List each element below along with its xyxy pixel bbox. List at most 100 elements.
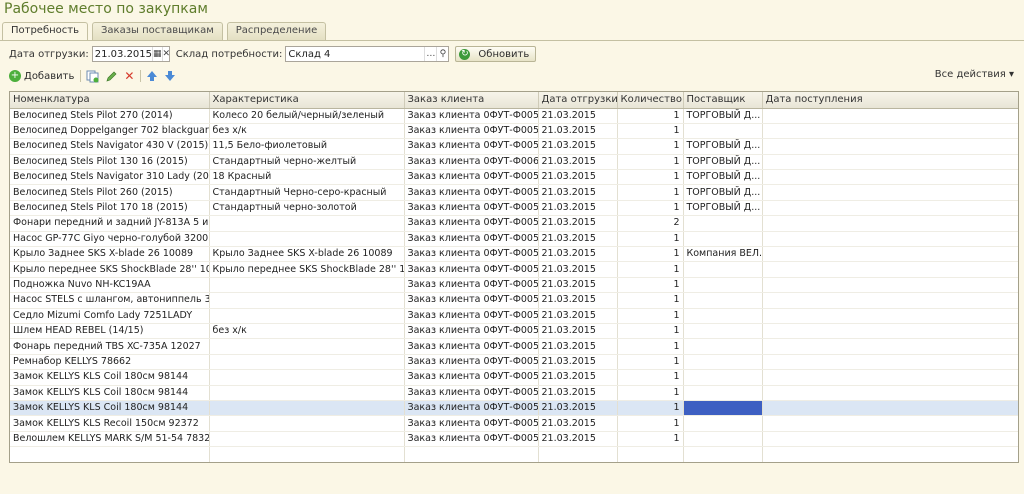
cell-characteristic[interactable] — [209, 354, 405, 371]
cell-shipment-date[interactable]: 21.03.2015 — [538, 231, 618, 248]
cell-shipment-date[interactable]: 21.03.2015 — [538, 431, 618, 448]
cell-shipment-date[interactable]: 21.03.2015 — [538, 415, 618, 432]
col-header-nomenclature[interactable]: Номенклатура — [10, 92, 210, 109]
cell-characteristic[interactable] — [209, 277, 405, 294]
cell-shipment-date[interactable]: 21.03.2015 — [538, 169, 618, 186]
cell-shipment-date[interactable]: 21.03.2015 — [538, 108, 618, 124]
cell-nomenclature[interactable]: Велосипед Stels Pilot 130 16 (2015) — [10, 154, 210, 171]
cell-arrival-date[interactable] — [762, 415, 1018, 432]
cell-client-order[interactable]: Заказ клиента 0ФУТ-Ф0059... — [404, 261, 539, 278]
shipment-date-field[interactable]: 21.03.2015 ▦ ✕ — [91, 46, 170, 62]
cell-client-order[interactable]: Заказ клиента 0ФУТ-Ф0057... — [404, 138, 539, 155]
cell-characteristic[interactable]: Крыло Заднее SKS X-blade 26 10089 — [209, 246, 405, 263]
cell-characteristic[interactable] — [209, 215, 405, 232]
table-row[interactable]: Ремнабор KELLYS 78662 Заказ клиента 0ФУТ-… — [10, 354, 1018, 371]
cell-shipment-date[interactable]: 21.03.2015 — [538, 369, 618, 386]
cell-arrival-date[interactable] — [762, 246, 1018, 263]
cell-nomenclature[interactable]: Насос GP-77C Giyo черно-голубой 320032 — [10, 231, 210, 248]
copy-button[interactable] — [86, 70, 99, 83]
move-down-button[interactable] — [164, 70, 176, 82]
cell-supplier[interactable]: ТОРГОВЫЙ Д... — [683, 138, 763, 155]
cell-nomenclature[interactable]: Велосипед Stels Pilot 170 18 (2015) — [10, 200, 210, 217]
cell-client-order[interactable]: Заказ клиента 0ФУТ-Ф0054... — [404, 215, 539, 232]
cell-characteristic[interactable] — [209, 338, 405, 355]
edit-button[interactable] — [105, 70, 118, 83]
cell-arrival-date[interactable] — [762, 108, 1018, 124]
cell-nomenclature[interactable]: Ремнабор KELLYS 78662 — [10, 354, 210, 371]
cell-shipment-date[interactable]: 21.03.2015 — [538, 138, 618, 155]
table-row[interactable]: Велосипед Stels Pilot 130 16 (2015) Станд… — [10, 154, 1018, 171]
cell-shipment-date[interactable]: 21.03.2015 — [538, 308, 618, 324]
cell-characteristic[interactable] — [209, 400, 405, 417]
cell-supplier[interactable]: ТОРГОВЫЙ Д... — [683, 200, 763, 217]
cell-client-order[interactable]: Заказ клиента 0ФУТ-Ф0058... — [404, 184, 539, 201]
col-header-arrival-date[interactable]: Дата поступления — [762, 92, 1018, 109]
cell-nomenclature[interactable]: Замок KELLYS KLS Coil 180см 98144 — [10, 385, 210, 401]
cell-supplier[interactable] — [683, 261, 763, 278]
cell-arrival-date[interactable] — [762, 308, 1018, 324]
move-up-button[interactable] — [146, 70, 158, 82]
cell-nomenclature[interactable]: Замок KELLYS KLS Coil 180см 98144 — [10, 400, 210, 417]
cell-supplier[interactable]: ТОРГОВЫЙ Д... — [683, 169, 763, 186]
cell-nomenclature[interactable]: Седло Mizumi Comfo Lady 7251LADY — [10, 308, 210, 324]
cell-arrival-date[interactable] — [762, 261, 1018, 278]
cell-arrival-date[interactable] — [762, 338, 1018, 355]
select-ellipsis-icon[interactable]: … — [424, 47, 436, 61]
cell-nomenclature[interactable]: Фонари передний и задний JY-813A 5 и 5 с… — [10, 215, 210, 232]
table-row[interactable]: Шлем HEAD REBEL (14/15) без х/к Заказ клие… — [10, 323, 1018, 340]
cell-arrival-date[interactable] — [762, 369, 1018, 386]
cell-client-order[interactable]: Заказ клиента 0ФУТ-Ф0058... — [404, 200, 539, 217]
cell-client-order[interactable]: Заказ клиента 0ФУТ-Ф0058... — [404, 431, 539, 448]
cell-quantity[interactable]: 1 — [617, 308, 684, 324]
cell-quantity[interactable]: 1 — [617, 415, 684, 432]
tab-need[interactable]: Потребность — [2, 22, 89, 40]
cell-characteristic[interactable]: Колесо 20 белый/черный/зеленый — [209, 108, 405, 124]
table-row[interactable]: Замок KELLYS KLS Coil 180см 98144 Заказ к… — [10, 400, 1018, 417]
cell-quantity[interactable]: 1 — [617, 431, 684, 448]
cell-client-order[interactable]: Заказ клиента 0ФУТ-Ф0055... — [404, 323, 539, 340]
cell-characteristic[interactable] — [209, 308, 405, 324]
cell-characteristic[interactable] — [209, 231, 405, 248]
cell-nomenclature[interactable]: Насос STELS с шлангом, автониппель 32003… — [10, 292, 210, 309]
cell-supplier[interactable] — [683, 369, 763, 386]
cell-shipment-date[interactable]: 21.03.2015 — [538, 123, 618, 140]
delete-button[interactable]: ✕ — [124, 69, 134, 83]
table-row[interactable]: Насос GP-77C Giyo черно-голубой 320032 За… — [10, 231, 1018, 248]
cell-client-order[interactable]: Заказ клиента 0ФУТ-Ф0058... — [404, 385, 539, 401]
table-row[interactable]: Подножка Nuvo NH-KC19AA Заказ клиента 0ФУ… — [10, 277, 1018, 294]
cell-quantity[interactable]: 1 — [617, 154, 684, 171]
cell-shipment-date[interactable]: 21.03.2015 — [538, 400, 618, 417]
cell-client-order[interactable]: Заказ клиента 0ФУТ-Ф0059... — [404, 308, 539, 324]
cell-quantity[interactable]: 1 — [617, 323, 684, 340]
cell-shipment-date[interactable]: 21.03.2015 — [538, 385, 618, 401]
cell-arrival-date[interactable] — [762, 385, 1018, 401]
cell-characteristic[interactable]: 18 Красный — [209, 169, 405, 186]
cell-quantity[interactable]: 1 — [617, 354, 684, 371]
cell-client-order[interactable]: Заказ клиента 0ФУТ-Ф0053... — [404, 369, 539, 386]
col-header-quantity[interactable]: Количество — [617, 92, 684, 109]
cell-supplier[interactable] — [683, 215, 763, 232]
cell-arrival-date[interactable] — [762, 138, 1018, 155]
cell-quantity[interactable]: 1 — [617, 108, 684, 124]
cell-client-order[interactable]: Заказ клиента 0ФУТ-Ф0059... — [404, 400, 539, 417]
cell-quantity[interactable]: 1 — [617, 123, 684, 140]
cell-arrival-date[interactable] — [762, 292, 1018, 309]
cell-quantity[interactable]: 1 — [617, 277, 684, 294]
cell-arrival-date[interactable] — [762, 184, 1018, 201]
cell-quantity[interactable]: 1 — [617, 400, 684, 417]
cell-arrival-date[interactable] — [762, 169, 1018, 186]
cell-arrival-date[interactable] — [762, 354, 1018, 371]
cell-supplier[interactable] — [683, 277, 763, 294]
table-row[interactable]: Велосипед Stels Pilot 270 (2014) Колесо 2… — [10, 108, 1018, 124]
cell-arrival-date[interactable] — [762, 400, 1018, 417]
cell-characteristic[interactable]: Стандартный Черно-серо-красный — [209, 184, 405, 201]
cell-quantity[interactable]: 1 — [617, 261, 684, 278]
cell-quantity[interactable]: 1 — [617, 200, 684, 217]
table-row[interactable]: Крыло переднее SKS ShockBlade 28'' 10084… — [10, 261, 1018, 278]
cell-shipment-date[interactable]: 21.03.2015 — [538, 338, 618, 355]
cell-shipment-date[interactable]: 21.03.2015 — [538, 277, 618, 294]
cell-supplier[interactable] — [683, 431, 763, 448]
cell-characteristic[interactable] — [209, 292, 405, 309]
table-row[interactable]: Велосипед Stels Navigator 430 V (2015) 11… — [10, 138, 1018, 155]
col-header-supplier[interactable]: Поставщик — [683, 92, 763, 109]
